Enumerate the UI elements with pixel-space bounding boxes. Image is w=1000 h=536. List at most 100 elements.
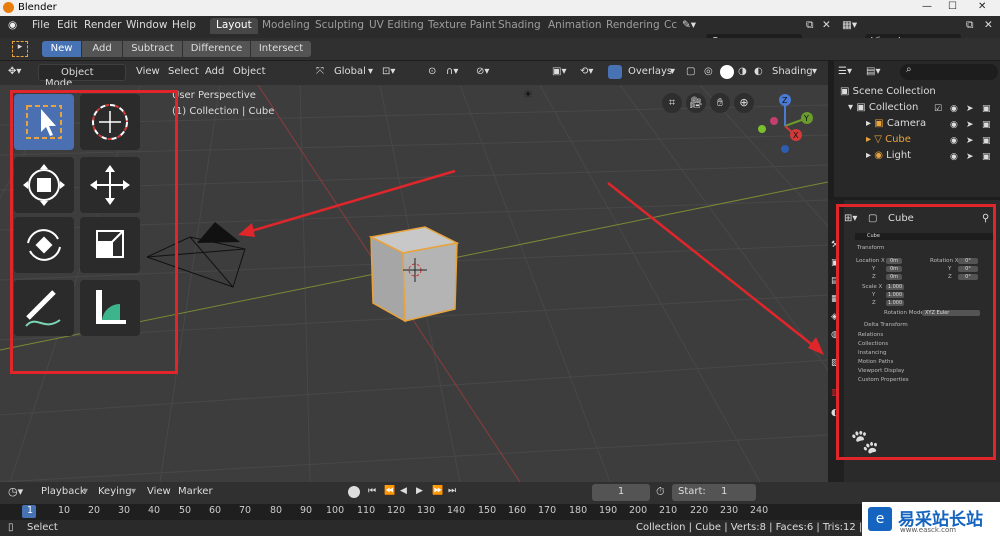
current-frame-field[interactable]: 1	[592, 484, 650, 501]
tab-shading[interactable]: Shading	[498, 19, 541, 31]
start-value: 1	[721, 486, 728, 497]
start-label: Start:	[678, 486, 706, 497]
timeline-menu-marker[interactable]: Marker	[178, 486, 213, 497]
frame-tick: 230	[720, 505, 739, 516]
jump-keyframe-back-icon[interactable]: ⏪	[384, 486, 395, 496]
tab-modeling[interactable]: Modeling	[262, 19, 310, 31]
select-box-tool-icon[interactable]: ▸	[12, 41, 28, 57]
jump-keyframe-forward-icon[interactable]: ⏩	[432, 486, 443, 496]
select-arrow-icon[interactable]: ➤	[966, 136, 975, 146]
shading-dropdown[interactable]: Shading	[772, 66, 813, 77]
tab-layout[interactable]: Layout	[210, 18, 258, 34]
mode-difference-button[interactable]: Difference	[183, 41, 250, 57]
eye-icon[interactable]: ◉	[950, 120, 959, 130]
transform-orientation-icon[interactable]: ⤧	[316, 66, 324, 77]
orientation-dropdown[interactable]: Global	[334, 66, 366, 77]
proportional-edit-icon[interactable]: ∩▾	[446, 66, 458, 77]
render-icon[interactable]: ▣	[982, 136, 991, 146]
eye-icon[interactable]: ◉	[950, 136, 959, 146]
tab-animation[interactable]: Animation	[548, 19, 602, 31]
render-icon[interactable]: ▣	[982, 104, 991, 114]
expand-icon[interactable]: ▾	[848, 102, 853, 113]
outliner-search-input[interactable]: ⌕	[900, 64, 998, 80]
window-titlebar: Blender — ☐ ✕	[0, 0, 1000, 16]
view-layer-remove-icon[interactable]: ✕	[984, 19, 993, 31]
3d-viewport[interactable]: User Perspective (1) Collection | Cube ☀…	[0, 85, 828, 482]
outliner-row-cube[interactable]: ▸ ▽ Cube	[866, 134, 911, 145]
editor-type-icon[interactable]: ✥▾	[8, 66, 21, 77]
outliner-editor-icon[interactable]: ☰▾	[838, 66, 852, 77]
select-arrow-icon[interactable]: ➤	[966, 104, 975, 114]
mode-intersect-button[interactable]: Intersect	[251, 41, 311, 57]
render-icon[interactable]: ▣	[982, 152, 991, 162]
vp-menu-add[interactable]: Add	[205, 66, 224, 77]
vp-menu-select[interactable]: Select	[168, 66, 199, 77]
close-icon[interactable]: ✕	[978, 1, 986, 12]
timeline-menu-keying[interactable]: Keying	[98, 486, 132, 497]
material-shading-icon[interactable]: ◑	[738, 66, 747, 77]
record-icon[interactable]	[348, 486, 360, 498]
outliner-row-collection[interactable]: ▾ ▣ Collection	[848, 102, 918, 113]
outliner-row-light[interactable]: ▸ ◉ Light	[866, 150, 911, 161]
menu-file[interactable]: File	[32, 19, 50, 31]
outliner-row-scene-collection[interactable]: ▣ Scene Collection	[840, 86, 936, 97]
vp-menu-object[interactable]: Object	[233, 66, 266, 77]
scene-new-icon[interactable]: ⧉	[806, 19, 814, 32]
expand-icon[interactable]: ▸	[866, 134, 871, 145]
menu-edit[interactable]: Edit	[57, 19, 77, 31]
maximize-icon[interactable]: ☐	[948, 1, 957, 12]
minimize-icon[interactable]: —	[922, 1, 932, 12]
eye-icon[interactable]: ◉	[950, 152, 959, 162]
exclude-checkbox-icon[interactable]: ☑	[934, 104, 943, 114]
snap-icon[interactable]: ⊙	[428, 66, 436, 77]
expand-icon[interactable]: ▸	[866, 150, 871, 161]
gizmo-toggle-icon[interactable]: ⟲▾	[580, 66, 593, 77]
tab-rendering[interactable]: Rendering	[606, 19, 660, 31]
eye-icon[interactable]: ◉	[950, 104, 959, 114]
pivot-icon[interactable]: ⊡▾	[382, 66, 395, 77]
overlay-toggle-icon[interactable]	[608, 65, 622, 79]
stopwatch-icon[interactable]: ⏱	[656, 485, 665, 499]
menu-help[interactable]: Help	[172, 19, 196, 31]
falloff-icon[interactable]: ⊘▾	[476, 66, 489, 77]
timeline-menu-playback[interactable]: Playback	[41, 486, 86, 497]
mode-add-button[interactable]: Add	[82, 41, 122, 57]
rendered-shading-icon[interactable]: ◐	[754, 66, 763, 77]
scene-remove-icon[interactable]: ✕	[822, 19, 831, 31]
xray-icon[interactable]: ▢	[686, 66, 695, 77]
view-layer-new-icon[interactable]: ⧉	[966, 19, 974, 32]
timeline-ruler[interactable]: 1 10 20 30 40 50 60 70 80 90 100 110 120…	[0, 504, 1000, 520]
tab-sculpting[interactable]: Sculpting	[315, 19, 364, 31]
annotation-arrows	[238, 169, 824, 355]
select-arrow-icon[interactable]: ➤	[966, 120, 975, 130]
overlays-dropdown[interactable]: Overlays	[628, 66, 672, 77]
scene-browse-icon[interactable]: ✎▾	[682, 19, 696, 31]
start-frame-field[interactable]: Start: 1	[672, 484, 756, 501]
object-mode-dropdown[interactable]: Object Mode	[38, 64, 126, 89]
outliner-filter-icon[interactable]: ▤▾	[866, 66, 880, 77]
play-reverse-icon[interactable]: ◀	[400, 486, 407, 496]
select-arrow-icon[interactable]: ➤	[966, 152, 975, 162]
outliner-row-camera[interactable]: ▸ ▣ Camera	[866, 118, 926, 129]
tab-texture-paint[interactable]: Texture Paint	[428, 19, 496, 31]
wireframe-shading-icon[interactable]: ◎	[704, 66, 713, 77]
render-icon[interactable]: ▣	[982, 120, 991, 130]
jump-start-icon[interactable]: ⏮	[368, 486, 376, 496]
tab-overflow[interactable]: Cc	[664, 19, 677, 31]
mode-new-button[interactable]: New	[42, 41, 81, 57]
mode-subtract-button[interactable]: Subtract	[123, 41, 182, 57]
visibility-icon[interactable]: ▣▾	[552, 66, 566, 77]
expand-icon[interactable]: ▸	[866, 118, 871, 129]
tab-uv-editing[interactable]: UV Editing	[369, 19, 424, 31]
play-icon[interactable]: ▶	[416, 486, 423, 496]
frame-tick: 240	[750, 505, 769, 516]
menu-window[interactable]: Window	[126, 19, 167, 31]
jump-end-icon[interactable]: ⏭	[448, 486, 456, 496]
vp-menu-view[interactable]: View	[136, 66, 160, 77]
menu-render[interactable]: Render	[84, 19, 121, 31]
timeline-editor-icon[interactable]: ◷▾	[8, 485, 23, 498]
view-layer-browse-icon[interactable]: ▦▾	[842, 19, 857, 31]
blender-menu-icon[interactable]: ◉	[8, 19, 17, 31]
timeline-menu-view[interactable]: View	[147, 486, 171, 497]
solid-shading-icon[interactable]	[720, 65, 734, 79]
